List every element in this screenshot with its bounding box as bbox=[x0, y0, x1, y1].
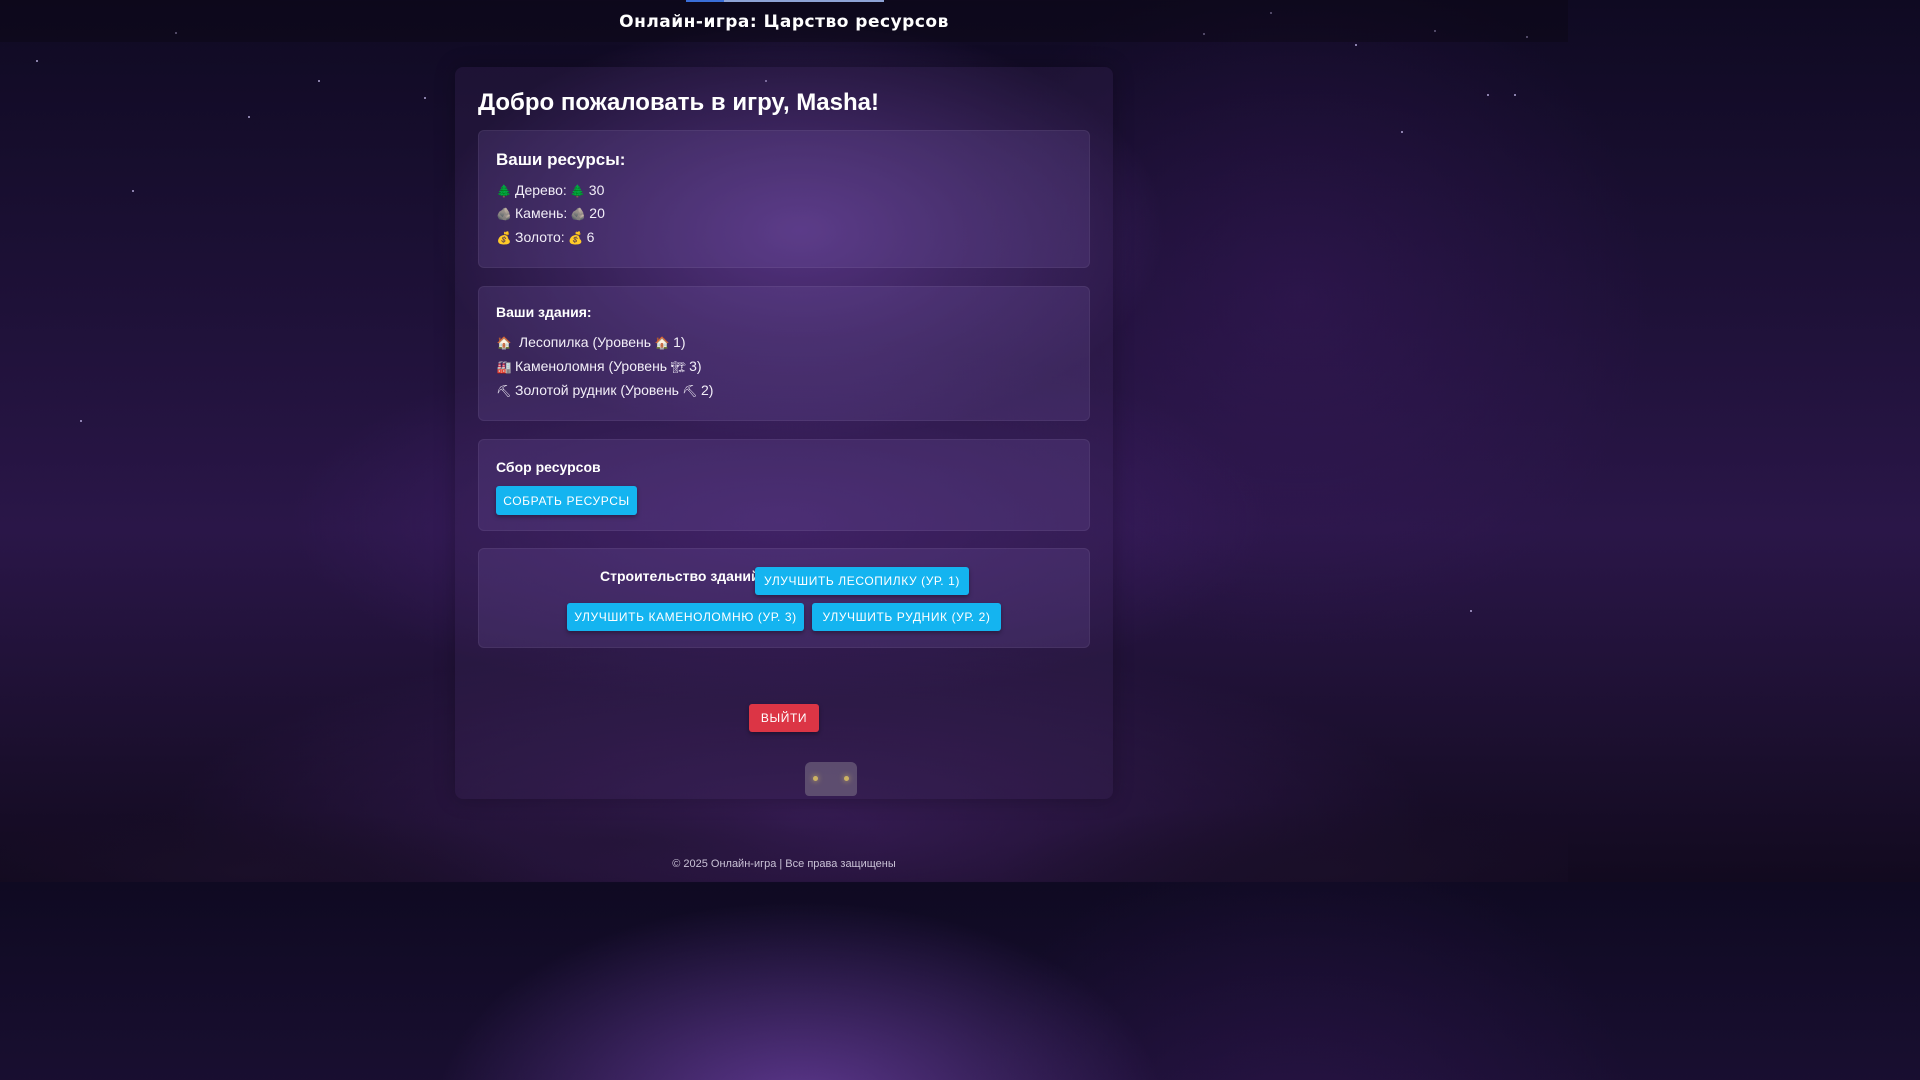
collect-card: Сбор ресурсов Собрать ресурсы bbox=[478, 439, 1090, 531]
building-gold-mine: ⛏ Золотой рудник (Уровень ⛏ 2) bbox=[496, 382, 713, 398]
logout-button[interactable]: Выйти bbox=[749, 704, 819, 732]
money-bag-icon: 💰 bbox=[496, 231, 512, 245]
resource-gold: 💰 Золото: 💰 6 bbox=[496, 229, 595, 245]
resource-value: 30 bbox=[588, 182, 605, 198]
resource-label: Камень: bbox=[515, 205, 568, 221]
game-panel: Добро пожаловать в игру, Masha! Ваши рес… bbox=[455, 67, 1113, 799]
resource-wood: 🌲 Дерево: 🌲 30 bbox=[496, 182, 605, 198]
build-card: Строительство зданий Улучшить лесопилку … bbox=[478, 548, 1090, 648]
site-title: Онлайн-игра: Царство ресурсов bbox=[619, 12, 949, 32]
pickaxe-icon: ⛏ bbox=[682, 384, 698, 398]
resource-stone: 🪨 Камень: 🪨 20 bbox=[496, 205, 605, 221]
resource-label: Дерево: bbox=[515, 182, 567, 198]
building-name: Каменоломня (Уровень bbox=[515, 358, 668, 374]
resource-value: 20 bbox=[589, 205, 605, 221]
building-quarry: 🏭 Каменоломня (Уровень 🏗 3) bbox=[496, 358, 702, 374]
buildings-title: Ваши здания: bbox=[496, 304, 592, 320]
building-sawmill: 🏠 Лесопилка (Уровень 🏠 1) bbox=[496, 334, 686, 350]
house-icon: 🏠 bbox=[654, 336, 670, 350]
welcome-heading: Добро пожаловать в игру, Masha! bbox=[478, 89, 879, 116]
factory-icon: 🏭 bbox=[496, 360, 512, 374]
rock-icon: 🪨 bbox=[496, 207, 512, 221]
rock-icon: 🪨 bbox=[570, 207, 586, 221]
collect-resources-button[interactable]: Собрать ресурсы bbox=[496, 486, 637, 515]
building-level: 1) bbox=[673, 334, 686, 350]
build-title: Строительство зданий bbox=[600, 568, 760, 584]
tree-icon: 🌲 bbox=[570, 184, 586, 198]
resource-label: Золото: bbox=[515, 229, 565, 245]
top-bar: Онлайн-игра: Царство ресурсов bbox=[0, 0, 1568, 42]
upgrade-quarry-button[interactable]: Улучшить каменоломню (ур. 3) bbox=[567, 603, 804, 631]
footer: © 2025 Онлайн-игра | Все права защищены bbox=[672, 858, 896, 870]
money-bag-icon: 💰 bbox=[568, 231, 584, 245]
upgrade-sawmill-button[interactable]: Улучшить лесопилку (ур. 1) bbox=[755, 567, 969, 595]
resources-card: Ваши ресурсы: 🌲 Дерево: 🌲 30 🪨 Камень: 🪨 20 💰 З… bbox=[478, 130, 1090, 268]
upgrade-mine-button[interactable]: Улучшить рудник (ур. 2) bbox=[812, 603, 1001, 631]
building-level: 2) bbox=[700, 382, 714, 398]
buildings-card: Ваши здания: 🏠 Лесопилка (Уровень 🏠 1) 🏭 Ка… bbox=[478, 286, 1090, 421]
collect-title: Сбор ресурсов bbox=[496, 459, 601, 475]
construction-icon: 🏗 bbox=[670, 360, 686, 374]
car-illustration bbox=[805, 762, 857, 796]
house-icon: 🏠 bbox=[496, 336, 512, 350]
building-name: Золотой рудник (Уровень bbox=[515, 382, 679, 398]
tree-icon: 🌲 bbox=[496, 184, 512, 198]
pickaxe-icon: ⛏ bbox=[496, 384, 512, 398]
top-accent-line bbox=[686, 0, 884, 2]
building-level: 3) bbox=[689, 358, 702, 374]
resource-value: 6 bbox=[586, 229, 595, 245]
resources-title: Ваши ресурсы: bbox=[496, 150, 626, 169]
building-name: Лесопилка (Уровень bbox=[518, 334, 652, 350]
